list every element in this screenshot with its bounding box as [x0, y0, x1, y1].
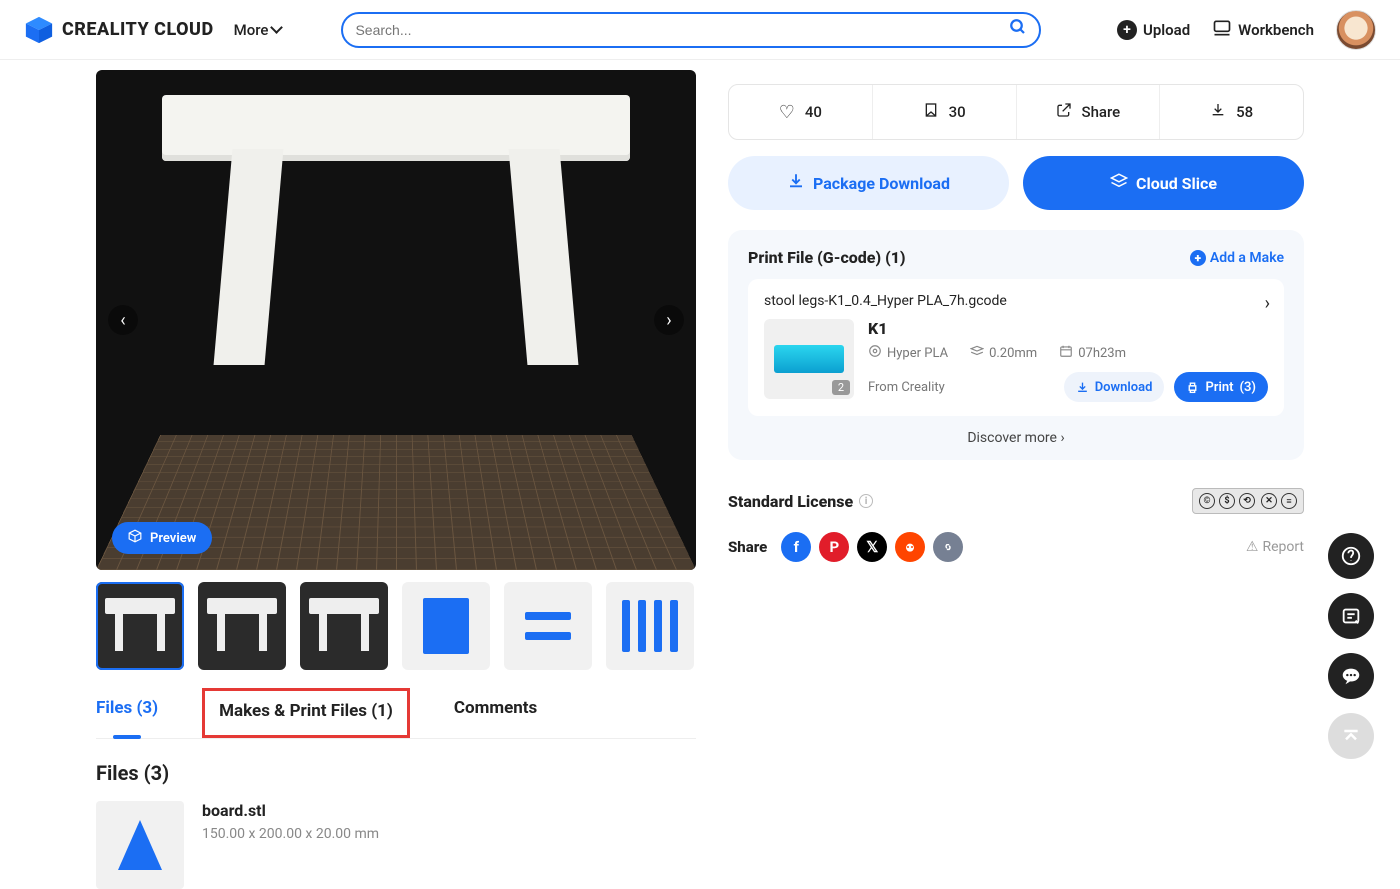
more-menu[interactable]: More: [234, 21, 282, 39]
search-bar[interactable]: [341, 12, 1041, 48]
gallery-prev-button[interactable]: ‹: [108, 305, 138, 335]
gcode-print-button[interactable]: Print (3): [1174, 372, 1268, 402]
content-tabs: Files (3) Makes & Print Files (1) Commen…: [96, 698, 696, 739]
share-x-icon[interactable]: 𝕏: [857, 532, 887, 562]
panel-title: Print File (G-code) (1): [748, 248, 906, 267]
bookmark-stat[interactable]: 30: [873, 85, 1017, 139]
cloud-slice-button[interactable]: Cloud Slice: [1023, 156, 1304, 210]
gcode-filename: stool legs-K1_0.4_Hyper PLA_7h.gcode: [764, 293, 1268, 309]
preview-button[interactable]: Preview: [112, 522, 212, 554]
layer-icon: [970, 344, 984, 362]
share-stat[interactable]: Share: [1017, 85, 1161, 139]
printer-name: K1: [868, 319, 1268, 338]
workbench-icon: [1212, 18, 1232, 42]
gallery-main-image: ‹ › Preview: [96, 70, 696, 570]
tab-files[interactable]: Files (3): [96, 698, 158, 738]
report-link[interactable]: ⚠ Report: [1246, 539, 1304, 555]
like-stat[interactable]: ♡40: [729, 85, 873, 139]
gallery-thumb[interactable]: [504, 582, 592, 670]
gallery-next-button[interactable]: ›: [654, 305, 684, 335]
print-file-panel: Print File (G-code) (1) + Add a Make sto…: [728, 230, 1304, 460]
gallery-thumb[interactable]: [198, 582, 286, 670]
scroll-top-fab[interactable]: [1328, 713, 1374, 759]
download-icon: [1210, 102, 1226, 123]
plus-circle-icon: +: [1190, 250, 1206, 266]
stats-bar: ♡40 30 Share 58: [728, 84, 1304, 140]
tab-comments[interactable]: Comments: [454, 698, 537, 738]
share-icon: [1056, 102, 1072, 123]
clock-icon: [1059, 344, 1073, 362]
info-icon[interactable]: i: [859, 494, 873, 508]
search-input[interactable]: [355, 22, 1009, 38]
user-avatar[interactable]: [1336, 10, 1376, 50]
license-icons: ©$⟲ ✕≡: [1192, 488, 1304, 514]
layers-icon: [1110, 172, 1128, 194]
share-pinterest-icon[interactable]: P: [819, 532, 849, 562]
chevron-right-icon: ›: [1265, 293, 1270, 314]
gcode-card[interactable]: stool legs-K1_0.4_Hyper PLA_7h.gcode › 2…: [748, 279, 1284, 416]
download-icon: [787, 172, 805, 194]
share-facebook-icon[interactable]: f: [781, 532, 811, 562]
brand-text: CREALITY CLOUD: [62, 19, 214, 40]
logo-cube-icon: [24, 15, 54, 45]
plus-icon: +: [1117, 20, 1137, 40]
file-thumbnail: [96, 801, 184, 889]
share-link-icon[interactable]: [933, 532, 963, 562]
chevron-down-icon: [272, 21, 281, 39]
package-download-button[interactable]: Package Download: [728, 156, 1009, 210]
gallery-thumbnails: [96, 582, 696, 670]
add-make-link[interactable]: + Add a Make: [1190, 250, 1284, 266]
gcode-source: From Creality: [868, 380, 945, 395]
gallery-thumb[interactable]: [300, 582, 388, 670]
file-dimensions: 150.00 x 200.00 x 20.00 mm: [202, 826, 379, 842]
gcode-download-button[interactable]: Download: [1064, 372, 1165, 402]
material-icon: [868, 344, 882, 362]
search-icon[interactable]: [1009, 18, 1027, 41]
tab-makes-print-files[interactable]: Makes & Print Files (1): [202, 688, 410, 738]
brand-logo[interactable]: CREALITY CLOUD: [24, 15, 214, 45]
bookmark-icon: [923, 102, 939, 123]
help-fab[interactable]: [1328, 533, 1374, 579]
file-list-item[interactable]: board.stl 150.00 x 200.00 x 20.00 mm: [96, 801, 696, 889]
gallery-thumb[interactable]: [402, 582, 490, 670]
site-header: CREALITY CLOUD More + Upload Workbench: [0, 0, 1400, 60]
warning-icon: ⚠: [1246, 539, 1259, 555]
gallery-thumb[interactable]: [606, 582, 694, 670]
download-stat[interactable]: 58: [1160, 85, 1303, 139]
gcode-count-badge: 2: [832, 380, 850, 395]
gcode-thumbnail: 2: [764, 319, 854, 399]
chat-fab[interactable]: [1328, 653, 1374, 699]
cube-3d-icon: [128, 529, 142, 547]
gallery-thumb[interactable]: [96, 582, 184, 670]
feedback-fab[interactable]: [1328, 593, 1374, 639]
files-section-title: Files (3): [96, 761, 696, 785]
discover-more-link[interactable]: Discover more ›: [748, 430, 1284, 446]
upload-button[interactable]: + Upload: [1117, 20, 1190, 40]
chevron-right-icon: ›: [1060, 430, 1064, 446]
floating-action-buttons: [1328, 533, 1374, 759]
share-reddit-icon[interactable]: [895, 532, 925, 562]
workbench-button[interactable]: Workbench: [1212, 18, 1314, 42]
share-label: Share: [728, 538, 767, 556]
license-label: Standard License i: [728, 492, 873, 511]
heart-icon: ♡: [779, 102, 795, 123]
file-name: board.stl: [202, 801, 379, 820]
